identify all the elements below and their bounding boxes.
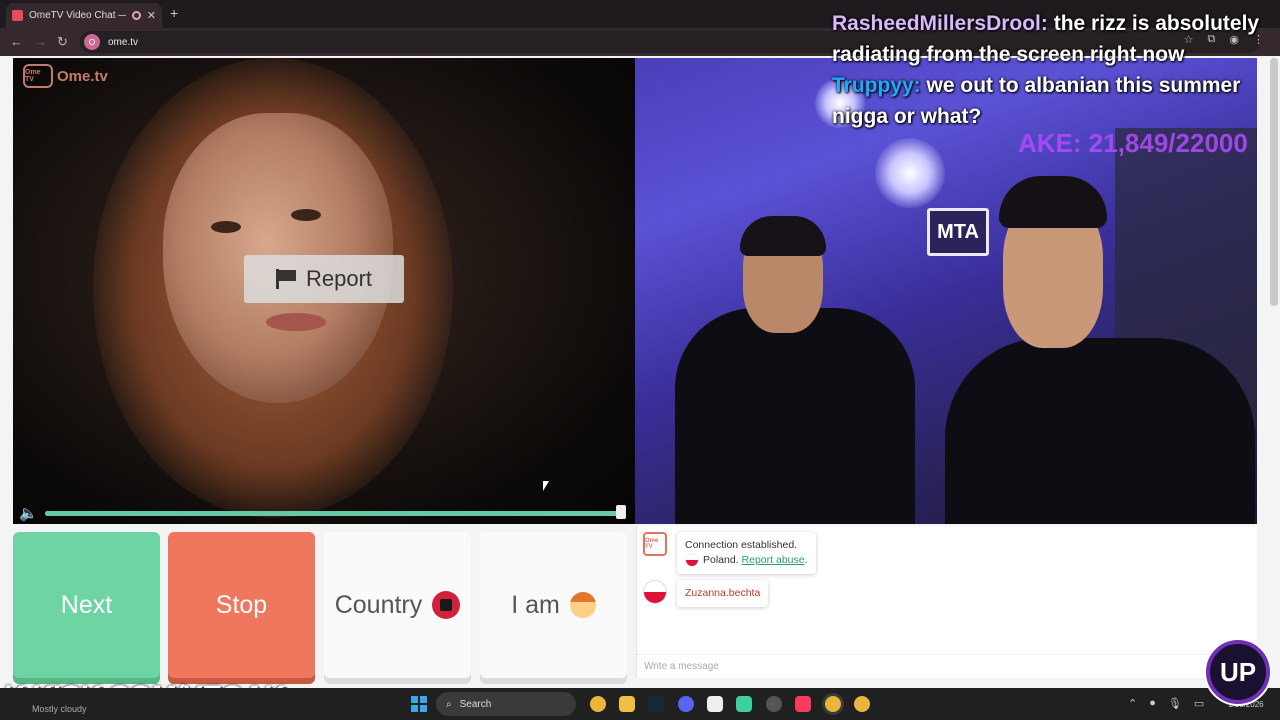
stranger-username-message: Zuzanna.bechta — [677, 580, 769, 607]
connection-text: Connection established. — [685, 539, 798, 551]
logo-text: Ome.tv — [57, 67, 108, 85]
country-label: Country — [334, 590, 423, 619]
volume-handle[interactable] — [616, 505, 626, 519]
next-button[interactable]: Next — [13, 532, 160, 678]
recording-icon — [131, 11, 141, 20]
chrome-profile-icon[interactable] — [854, 696, 870, 712]
person-right-body — [945, 338, 1255, 524]
stop-button[interactable]: Stop — [168, 532, 315, 678]
stranger-video: Ome TV Ome.tv Report 🔈 — [13, 58, 635, 524]
i-am-label: I am — [511, 590, 560, 619]
capcut-icon[interactable] — [707, 696, 723, 712]
back-icon[interactable]: ← — [10, 34, 23, 49]
file-explorer-icon[interactable] — [619, 696, 635, 712]
tab-close-icon[interactable]: ✕ — [147, 9, 156, 22]
mta-sign: MTA — [927, 208, 989, 256]
chrome-icon[interactable] — [590, 696, 606, 712]
report-button[interactable]: Report — [244, 255, 404, 303]
sub-goal-counter: AKE: 21,849/22000 — [1018, 128, 1248, 158]
chrome-active-icon[interactable] — [825, 696, 841, 712]
url-text[interactable]: ome.tv — [108, 37, 138, 48]
mouse-cursor — [543, 481, 549, 491]
poland-flag-icon — [685, 553, 699, 568]
chevron-up-icon[interactable]: ⌃ — [1128, 697, 1137, 710]
system-message: Connection established. Poland. Report a… — [677, 532, 816, 574]
volume-slider[interactable] — [45, 511, 623, 516]
search-icon: ⌕ — [446, 698, 452, 710]
start-icon[interactable] — [411, 696, 427, 712]
i-am-button[interactable]: I am — [480, 532, 627, 678]
tv-logo-icon: Ome TV — [23, 64, 53, 88]
person-right-hair — [999, 176, 1107, 228]
app-icon[interactable] — [736, 696, 752, 712]
stream-chat-message: Truppyy: we out to albanian this summer … — [832, 70, 1272, 132]
site-info-icon[interactable]: O — [84, 34, 100, 50]
period: . — [804, 554, 808, 566]
tray-app-icon[interactable]: ● — [1149, 697, 1156, 710]
ometv-favicon-icon — [12, 10, 23, 21]
weather-widget[interactable]: Mostly cloudy — [32, 704, 87, 714]
system-tray: ⌃ ● 🎙 ▭ — [1128, 697, 1204, 710]
discord-icon[interactable] — [678, 696, 694, 712]
volume-fill — [45, 511, 618, 516]
network-icon[interactable]: ▭ — [1194, 697, 1204, 710]
person-left-hair — [740, 216, 826, 256]
volume-control: 🔈 — [13, 502, 635, 524]
person-left-body — [675, 308, 915, 524]
ceiling-light — [875, 138, 945, 208]
streamer-badge-logo: UP — [1206, 640, 1270, 704]
steam-icon[interactable] — [648, 696, 664, 712]
reload-icon[interactable]: ↻ — [57, 34, 68, 50]
obs-icon[interactable] — [766, 696, 782, 712]
report-label: Report — [305, 266, 373, 291]
chat-panel: Ome TV Connection established. Poland. R… — [636, 526, 1258, 678]
chat-username: RasheedMillersDrool: — [832, 12, 1048, 35]
left-eye — [211, 221, 241, 233]
taskbar-search[interactable]: ⌕ Search — [436, 692, 576, 716]
speaker-icon[interactable]: 🔈 — [19, 504, 38, 522]
forward-icon[interactable]: → — [34, 34, 47, 49]
country-flag-icon — [432, 591, 461, 619]
country-name: Poland. — [703, 554, 739, 566]
tab-title: OmeTV Video Chat — Ome — [29, 10, 126, 21]
boy-icon — [569, 592, 596, 618]
flag-icon — [275, 269, 296, 289]
next-label: Next — [60, 590, 113, 619]
country-button[interactable]: Country — [324, 532, 471, 678]
stream-chat-overlay: RasheedMillersDrool: the rizz is absolut… — [832, 8, 1272, 132]
lips — [266, 313, 326, 331]
stream-chat-message: RasheedMillersDrool: the rizz is absolut… — [832, 8, 1272, 70]
microphone-icon[interactable]: 🎙 — [1168, 697, 1182, 710]
browser-tab[interactable]: OmeTV Video Chat — Ome ✕ — [6, 3, 162, 28]
stranger-flag-avatar — [643, 580, 667, 604]
report-abuse-link[interactable]: Report abuse — [742, 554, 805, 566]
chat-username: Truppyy: — [832, 74, 921, 97]
ometv-chat-avatar-icon: Ome TV — [643, 532, 667, 556]
ometv-logo: Ome TV Ome.tv — [23, 64, 108, 88]
country-line: Poland. Report abuse. — [685, 553, 808, 568]
new-tab-button[interactable]: + — [170, 5, 178, 21]
message-input[interactable]: Write a message — [637, 654, 1258, 678]
music-icon[interactable] — [795, 696, 811, 712]
windows-taskbar: Mostly cloudy ⌕ Search ⌃ ● 🎙 ▭ 1/10/2026 — [0, 688, 1280, 720]
right-eye — [291, 209, 321, 221]
stop-label: Stop — [215, 590, 268, 619]
search-label: Search — [459, 698, 492, 710]
